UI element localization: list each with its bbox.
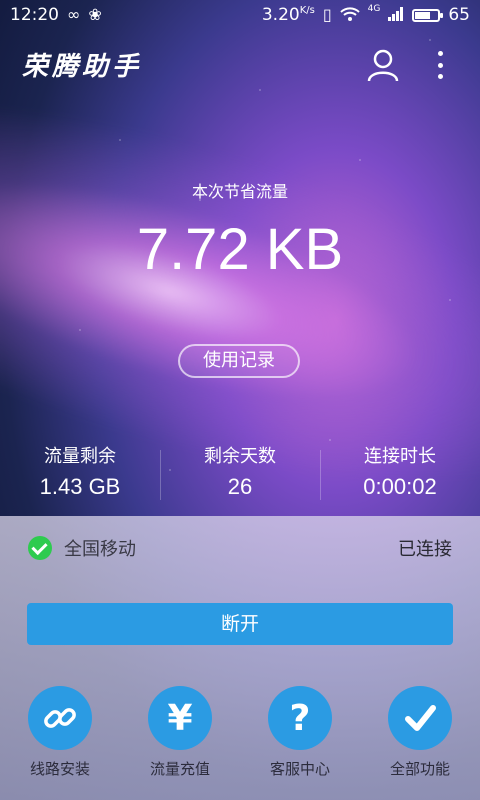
link-icon (28, 686, 92, 750)
question-icon: ? (268, 686, 332, 750)
network-type: 4G (367, 4, 381, 14)
battery-level: 65 (448, 5, 470, 25)
battery-icon (412, 8, 444, 22)
usage-records-button[interactable]: 使用记录 (178, 344, 300, 378)
wifi-icon (339, 6, 360, 24)
stat-label: 流量剩余 (44, 446, 116, 467)
feature-label: 客服中心 (269, 760, 330, 778)
stat-remaining-traffic: 流量剩余 1.43 GB (0, 440, 160, 500)
vibrate-icon: ▯ (322, 5, 332, 24)
app-bar: 荣腾助手 (0, 30, 480, 94)
check-icon (388, 686, 452, 750)
status-bar: 12:20 ∞ ❀ 3.20K/s ▯ 4G 65 (0, 0, 480, 30)
stat-value: 0:00:02 (363, 474, 437, 499)
disconnect-button[interactable]: 断开 (27, 603, 453, 645)
more-options-icon[interactable] (430, 48, 450, 82)
connection-status: 已连接 (398, 539, 452, 560)
connection-row: 全国移动 已连接 (0, 516, 480, 580)
app-title: 荣腾助手 (22, 52, 143, 82)
saved-traffic-value: 7.72 KB (136, 217, 344, 282)
stats-row: 流量剩余 1.43 GB 剩余天数 26 连接时长 0:00:02 (0, 440, 480, 500)
app-screen: 12:20 ∞ ❀ 3.20K/s ▯ 4G 65 荣腾助手 本次节省流量 7.… (0, 0, 480, 800)
operator-name: 全国移动 (64, 539, 136, 560)
profile-icon[interactable] (366, 48, 400, 82)
feature-grid: 线路安装 ¥ 流量充值 ? 客服中心 全部功能 (0, 686, 480, 786)
feature-label: 全部功能 (389, 760, 450, 778)
infinity-icon: ∞ (67, 5, 81, 24)
status-right: 3.20K/s ▯ 4G 65 (262, 4, 470, 25)
signal-icon (388, 6, 404, 24)
stat-label: 剩余天数 (204, 446, 276, 467)
speed-unit: K/s (299, 5, 315, 16)
speed-value: 3.20 (261, 5, 300, 25)
notification-icon: ❀ (88, 5, 102, 24)
stat-label: 连接时长 (364, 446, 436, 467)
network-speed: 3.20K/s (262, 5, 315, 25)
stat-value: 26 (227, 474, 253, 499)
status-left: 12:20 ∞ ❀ (10, 5, 102, 25)
stat-value: 1.43 GB (39, 474, 121, 499)
yuan-icon: ¥ (148, 686, 212, 750)
feature-all-functions[interactable]: 全部功能 (360, 686, 480, 786)
battery-fill (415, 11, 430, 19)
feature-customer-service[interactable]: ? 客服中心 (240, 686, 360, 786)
operator-info: 全国移动 (28, 535, 136, 561)
stat-remaining-days: 剩余天数 26 (160, 440, 320, 500)
feature-label: 流量充值 (149, 760, 210, 778)
feature-label: 线路安装 (29, 760, 90, 778)
stat-connection-duration: 连接时长 0:00:02 (320, 440, 480, 500)
feature-line-install[interactable]: 线路安装 (0, 686, 120, 786)
saved-traffic-label: 本次节省流量 (191, 182, 288, 201)
feature-traffic-recharge[interactable]: ¥ 流量充值 (120, 686, 240, 786)
connected-check-icon (28, 536, 52, 560)
status-time: 12:20 (10, 5, 59, 25)
